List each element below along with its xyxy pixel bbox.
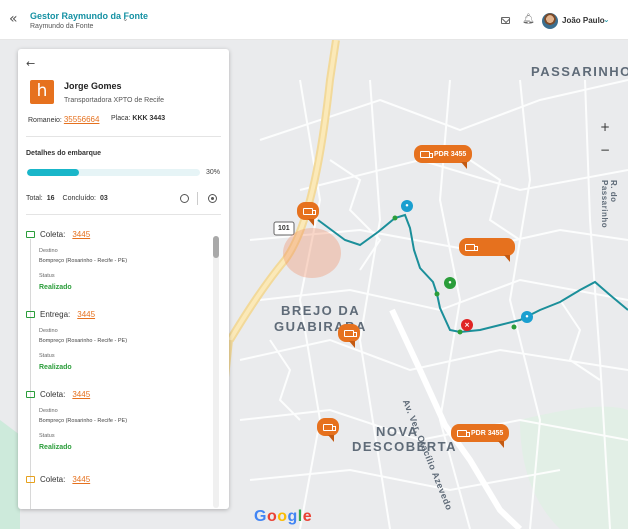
- google-logo: Google: [254, 508, 313, 525]
- romaneio-link[interactable]: 35556664: [64, 115, 100, 124]
- progress-bar: [27, 169, 200, 176]
- truck-icon: [323, 423, 336, 431]
- cancelled-stop-icon[interactable]: ×: [461, 319, 473, 331]
- progress-percent: 30%: [206, 169, 221, 176]
- mail-icon[interactable]: [501, 17, 510, 24]
- route-stop-pin[interactable]: •: [444, 277, 456, 289]
- truck-marker[interactable]: [317, 418, 339, 442]
- totals: Total: 16 Concluído: 03: [26, 195, 108, 202]
- manager-name[interactable]: Gestor Raymundo da Fonte: [30, 11, 148, 21]
- shipment-panel: ← h Jorge Gomes Transportadora XPTO de R…: [18, 49, 229, 509]
- truck-icon: [26, 231, 35, 238]
- map-label-descoberta: DESCOBERTA: [352, 439, 458, 454]
- route-stop-pin[interactable]: •: [521, 311, 533, 323]
- truck-icon: [457, 429, 470, 437]
- bell-icon[interactable]: 🔔︎: [522, 14, 535, 25]
- locate-icon[interactable]: [208, 194, 217, 203]
- stop-code-link[interactable]: 3445: [72, 475, 90, 484]
- scrollbar[interactable]: [213, 236, 219, 508]
- progress-fill: [27, 169, 79, 176]
- whatsapp-icon[interactable]: [180, 194, 189, 203]
- truck-marker-selected[interactable]: [297, 202, 319, 226]
- truck-icon: [26, 391, 35, 398]
- truck-marker-pdr[interactable]: PDR 3455: [414, 145, 473, 169]
- stop-code-link[interactable]: 3445: [72, 390, 90, 399]
- section-title: Detalhes do embarque: [26, 150, 102, 157]
- divider: [26, 214, 221, 215]
- placa: Placa: KKK 3443: [111, 115, 166, 122]
- chevron-down-icon[interactable]: ⌄: [122, 14, 129, 23]
- selected-marker-halo: [283, 228, 341, 278]
- truck-marker[interactable]: [459, 238, 515, 262]
- marker-label: PDR 3455: [471, 429, 504, 437]
- truck-icon: [420, 150, 433, 158]
- highway-shield-label: 101: [278, 225, 290, 232]
- user-menu-chevron-icon[interactable]: ⌄: [603, 15, 610, 24]
- map-label-road-right: R. do Passarinho: [600, 180, 618, 229]
- truck-marker-pdr[interactable]: PDR 3455: [451, 424, 510, 448]
- back-arrow-icon[interactable]: ←: [26, 57, 35, 70]
- zoom-in-button[interactable]: +: [598, 120, 612, 134]
- status-badge: Realizado: [39, 444, 72, 451]
- divider: [197, 192, 198, 205]
- status-badge: Realizado: [39, 284, 72, 291]
- carrier-logo: h: [30, 80, 54, 104]
- stop-code-link[interactable]: 3445: [72, 230, 90, 239]
- collapse-menu-icon[interactable]: «: [9, 11, 18, 27]
- map-label-passarinho: PASSARINHO: [531, 64, 628, 79]
- truck-icon: [303, 207, 316, 215]
- divider: [26, 136, 221, 137]
- stop-item[interactable]: Coleta: 3445: [26, 475, 206, 484]
- driver-name: Jorge Gomes: [64, 81, 122, 91]
- stop-item[interactable]: Coleta: 3445 Destino Bompreço (Rosarinho …: [26, 230, 206, 291]
- truck-marker[interactable]: [338, 324, 360, 348]
- stop-item[interactable]: Entrega: 3445 Destino Bompreço (Rosarinho…: [26, 310, 206, 371]
- carrier-name: Transportadora XPTO de Recife: [64, 97, 164, 104]
- route-stop-pin[interactable]: •: [401, 200, 413, 212]
- romaneio: Romaneio: 35556664: [28, 115, 100, 124]
- zoom-out-button[interactable]: −: [598, 143, 612, 157]
- pickup-icon: [26, 476, 35, 483]
- marker-label: PDR 3455: [434, 150, 467, 158]
- stop-code-link[interactable]: 3445: [77, 310, 95, 319]
- scrollbar-thumb[interactable]: [213, 236, 219, 258]
- truck-icon: [344, 329, 357, 337]
- truck-icon: [26, 311, 35, 318]
- map-label-brejo: BREJO DA: [281, 303, 361, 318]
- status-badge: Realizado: [39, 364, 72, 371]
- truck-icon: [465, 243, 478, 251]
- top-bar: « Gestor Raymundo da Fonte ⌄ Raymundo da…: [0, 0, 628, 40]
- stop-item[interactable]: Coleta: 3445 Destino Bompreço (Rosarinho …: [26, 390, 206, 451]
- user-name[interactable]: João Paulo: [562, 16, 605, 25]
- manager-subtitle: Raymundo da Fonte: [30, 23, 94, 30]
- avatar[interactable]: [542, 13, 558, 29]
